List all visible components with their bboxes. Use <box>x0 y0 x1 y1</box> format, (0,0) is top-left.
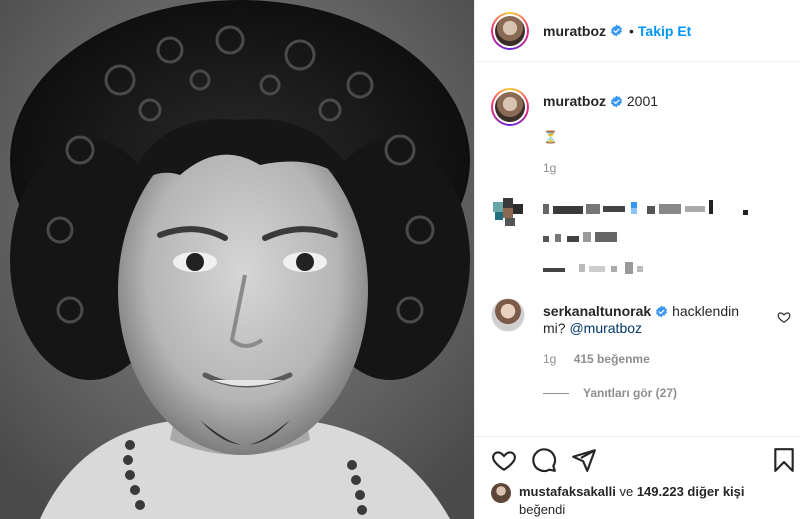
caption-author-username[interactable]: muratboz <box>543 93 606 109</box>
post-actions: mustafaksakalli ve 149.223 diğer kişi be… <box>475 436 800 519</box>
likes-suffix: beğendi <box>519 502 566 517</box>
view-replies-label: Yanıtları gör (27) <box>583 386 678 400</box>
post-photo[interactable] <box>0 0 474 519</box>
liker-avatar[interactable] <box>491 483 511 503</box>
separator-dot: • <box>629 22 634 39</box>
commenter-avatar[interactable] <box>491 298 525 332</box>
heart-icon[interactable] <box>491 447 517 473</box>
caption-time: 1g <box>543 161 557 175</box>
bookmark-icon[interactable] <box>771 447 797 473</box>
comment-mention[interactable]: @muratboz <box>569 320 642 336</box>
verified-badge-icon <box>656 305 668 318</box>
likes-others-count[interactable]: 149.223 diğer kişi <box>637 484 745 499</box>
caption-text: 2001 <box>626 93 659 109</box>
avatar-image <box>495 92 525 122</box>
post-side-panel: muratboz • Takip Et muratboz 2001 ⏳ 1g s… <box>474 0 800 519</box>
post-caption: muratboz 2001 ⏳ 1g <box>491 88 791 175</box>
verified-badge-icon <box>610 24 623 37</box>
likes-summary: mustafaksakalli ve 149.223 diğer kişi be… <box>491 483 779 519</box>
author-avatar[interactable] <box>491 11 529 50</box>
post-header: muratboz • Takip Et <box>475 0 800 62</box>
follow-button[interactable]: Takip Et <box>638 23 691 39</box>
liker-username[interactable]: mustafaksakalli <box>519 484 616 499</box>
view-replies-button[interactable]: Yanıtları gör (27) <box>543 386 677 400</box>
likes-connector: ve <box>619 484 634 499</box>
replies-divider <box>543 392 569 394</box>
caption-emoji: ⏳ <box>543 130 558 144</box>
paper-plane-icon[interactable] <box>571 447 597 473</box>
verified-badge-icon <box>610 95 623 108</box>
censored-avatar <box>491 196 525 230</box>
caption-author-avatar[interactable] <box>491 88 529 126</box>
comment-icon[interactable] <box>531 447 557 473</box>
censored-comment <box>491 196 791 286</box>
commenter-username[interactable]: serkanaltunorak <box>543 303 651 319</box>
author-username[interactable]: muratboz <box>543 23 606 39</box>
portrait-image <box>0 0 474 519</box>
comment-like-heart-icon[interactable] <box>777 310 791 324</box>
avatar-image <box>495 15 525 46</box>
comment-meta: 1g 415 beğenme <box>543 352 664 366</box>
comment-time: 1g <box>543 352 557 366</box>
comment-likes[interactable]: 415 beğenme <box>574 352 650 366</box>
